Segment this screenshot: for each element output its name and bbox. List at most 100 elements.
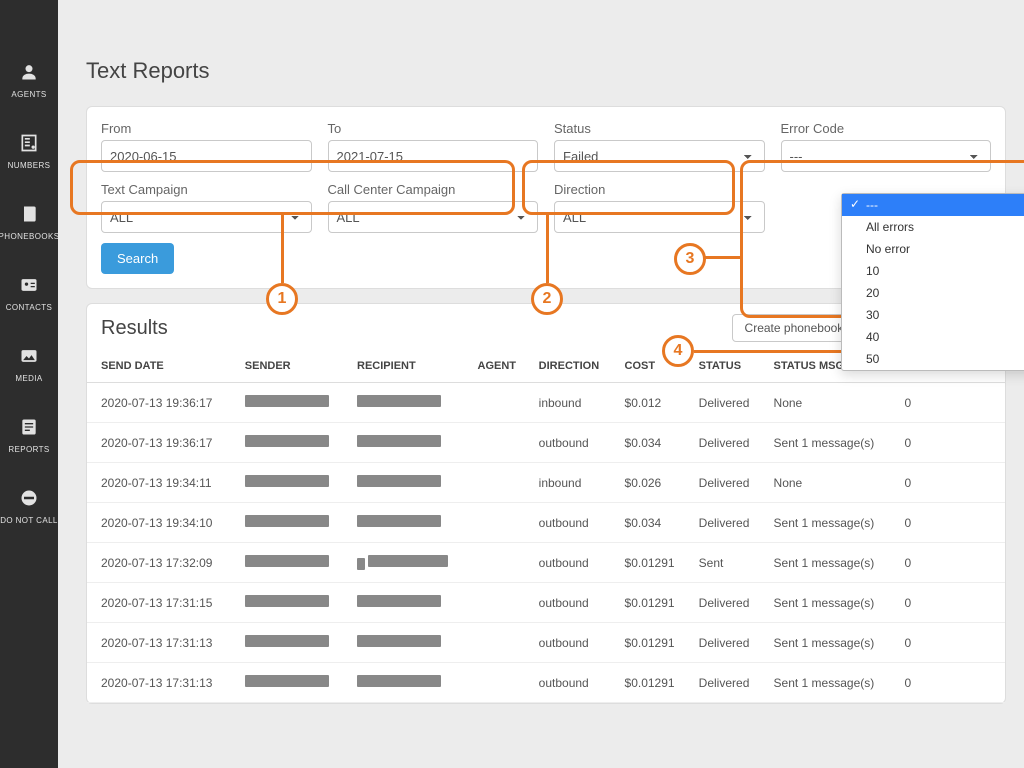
phone-list-icon <box>16 131 42 155</box>
sidebar-item-contacts[interactable]: CONTACTS <box>6 273 53 312</box>
cell-send-date: 2020-07-13 19:34:11 <box>87 463 237 503</box>
errorcode-label: Error Code <box>781 121 992 136</box>
col-agent: AGENT <box>470 350 531 383</box>
sidebar-item-label: NUMBERS <box>8 161 51 170</box>
cell-error-code: 0 <box>897 543 1005 583</box>
cell-cost: $0.034 <box>617 503 691 543</box>
to-input[interactable] <box>328 140 539 172</box>
cell-sender <box>237 463 349 503</box>
cell-send-date: 2020-07-13 17:32:09 <box>87 543 237 583</box>
search-button[interactable]: Search <box>101 243 174 274</box>
cell-agent <box>470 623 531 663</box>
cell-direction: outbound <box>531 423 617 463</box>
from-input[interactable] <box>101 140 312 172</box>
table-row: 2020-07-13 19:36:17inbound$0.012Delivere… <box>87 383 1005 423</box>
cell-cost: $0.01291 <box>617 583 691 623</box>
status-select[interactable]: Failed <box>554 140 765 172</box>
cell-agent <box>470 383 531 423</box>
cell-sender <box>237 663 349 703</box>
sidebar: AGENTS NUMBERS PHONEBOOKS CONTACTS MEDIA <box>0 0 58 768</box>
sidebar-item-agents[interactable]: AGENTS <box>11 60 46 99</box>
cell-status: Delivered <box>691 663 766 703</box>
cell-direction: outbound <box>531 583 617 623</box>
cell-recipient <box>349 583 469 623</box>
cell-status-msg: Sent 1 message(s) <box>766 543 897 583</box>
ccc-label: Call Center Campaign <box>328 182 539 197</box>
text-campaign-select[interactable]: ALL <box>101 201 312 233</box>
col-sender: SENDER <box>237 350 349 383</box>
cell-status-msg: Sent 1 message(s) <box>766 503 897 543</box>
sidebar-item-numbers[interactable]: NUMBERS <box>8 131 51 170</box>
cell-status-msg: None <box>766 463 897 503</box>
cell-sender <box>237 423 349 463</box>
cell-status: Sent <box>691 543 766 583</box>
sidebar-item-label: MEDIA <box>15 374 42 383</box>
cell-recipient <box>349 623 469 663</box>
results-title: Results <box>101 317 724 340</box>
cell-direction: outbound <box>531 503 617 543</box>
user-icon <box>16 60 42 84</box>
cell-status: Delivered <box>691 623 766 663</box>
cell-error-code: 0 <box>897 623 1005 663</box>
table-row: 2020-07-13 17:31:15outbound$0.01291Deliv… <box>87 583 1005 623</box>
sidebar-item-label: AGENTS <box>11 90 46 99</box>
cell-send-date: 2020-07-13 19:36:17 <box>87 423 237 463</box>
cell-direction: outbound <box>531 543 617 583</box>
cell-recipient <box>349 383 469 423</box>
cell-status: Delivered <box>691 583 766 623</box>
cell-send-date: 2020-07-13 17:31:13 <box>87 663 237 703</box>
results-table: SEND DATE SENDER RECIPIENT AGENT DIRECTI… <box>87 350 1005 703</box>
col-status: STATUS <box>691 350 766 383</box>
cell-direction: inbound <box>531 463 617 503</box>
cell-status: Delivered <box>691 423 766 463</box>
errorcode-option[interactable]: 30 <box>842 304 1024 326</box>
errorcode-select[interactable]: --- <box>781 140 992 172</box>
cell-agent <box>470 463 531 503</box>
cell-recipient <box>349 543 469 583</box>
cell-send-date: 2020-07-13 19:34:10 <box>87 503 237 543</box>
errorcode-option[interactable]: 40 <box>842 326 1024 348</box>
sidebar-item-phonebooks[interactable]: PHONEBOOKS <box>0 202 59 241</box>
cell-status: Delivered <box>691 503 766 543</box>
cell-cost: $0.01291 <box>617 663 691 703</box>
cell-recipient <box>349 503 469 543</box>
table-row: 2020-07-13 17:32:09 outbound$0.01291Sent… <box>87 543 1005 583</box>
col-cost: COST <box>617 350 691 383</box>
text-campaign-label: Text Campaign <box>101 182 312 197</box>
table-row: 2020-07-13 19:34:10 outbound$0.034Deliver… <box>87 503 1005 543</box>
ccc-select[interactable]: ALL <box>328 201 539 233</box>
direction-label: Direction <box>554 182 765 197</box>
image-icon <box>16 344 42 368</box>
errorcode-option[interactable]: 50 <box>842 348 1024 370</box>
errorcode-option[interactable]: No error <box>842 238 1024 260</box>
errorcode-dropdown[interactable]: ---All errorsNo error1020304050 <box>841 193 1024 371</box>
table-row: 2020-07-13 17:31:13outbound$0.01291Deliv… <box>87 623 1005 663</box>
cell-send-date: 2020-07-13 19:36:17 <box>87 383 237 423</box>
direction-select[interactable]: ALL <box>554 201 765 233</box>
sidebar-item-label: DO NOT CALL <box>0 516 58 525</box>
cell-agent <box>470 583 531 623</box>
cell-status-msg: Sent 1 message(s) <box>766 583 897 623</box>
cell-status-msg: Sent 1 message(s) <box>766 623 897 663</box>
main-content: Text Reports From To Status Failed Error… <box>58 0 1024 768</box>
cell-error-code: 0 <box>897 583 1005 623</box>
cell-sender <box>237 543 349 583</box>
cell-direction: outbound <box>531 623 617 663</box>
sidebar-item-media[interactable]: MEDIA <box>15 344 42 383</box>
col-send-date: SEND DATE <box>87 350 237 383</box>
cell-cost: $0.012 <box>617 383 691 423</box>
page-title: Text Reports <box>86 58 1006 84</box>
errorcode-option[interactable]: 10 <box>842 260 1024 282</box>
cell-cost: $0.01291 <box>617 543 691 583</box>
cell-agent <box>470 663 531 703</box>
sidebar-item-donotcall[interactable]: DO NOT CALL <box>0 486 58 525</box>
errorcode-option[interactable]: --- <box>842 194 1024 216</box>
errorcode-option[interactable]: All errors <box>842 216 1024 238</box>
cell-recipient <box>349 663 469 703</box>
errorcode-option[interactable]: 20 <box>842 282 1024 304</box>
cell-error-code: 0 <box>897 423 1005 463</box>
cell-error-code: 0 <box>897 383 1005 423</box>
sidebar-item-reports[interactable]: REPORTS <box>8 415 49 454</box>
cell-status: Delivered <box>691 463 766 503</box>
status-label: Status <box>554 121 765 136</box>
